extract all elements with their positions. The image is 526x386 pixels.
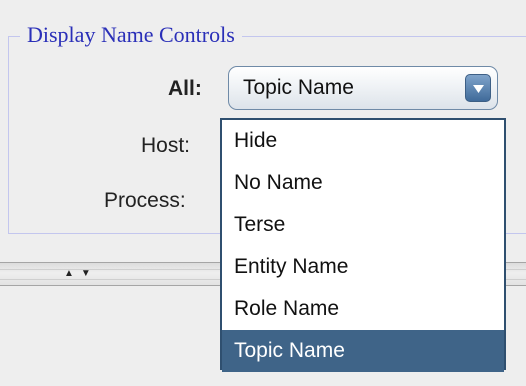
all-selected-value: Topic Name	[243, 76, 354, 99]
collapse-expand-arrows-icon[interactable]: ▲▼	[64, 268, 98, 280]
dropdown-item-topic-name[interactable]: Topic Name	[222, 330, 504, 372]
dropdown-item-entity-name[interactable]: Entity Name	[222, 246, 504, 288]
dropdown-item-role-name[interactable]: Role Name	[222, 288, 504, 330]
all-name-select[interactable]: Topic Name	[228, 66, 498, 110]
all-dropdown-menu[interactable]: Hide No Name Terse Entity Name Role Name…	[220, 118, 506, 372]
process-label: Process:	[104, 189, 186, 212]
dropdown-item-terse[interactable]: Terse	[222, 204, 504, 246]
dropdown-item-no-name[interactable]: No Name	[222, 162, 504, 204]
chevron-down-icon[interactable]	[465, 74, 491, 102]
dropdown-item-hide[interactable]: Hide	[222, 120, 504, 162]
all-label: All:	[168, 77, 202, 100]
host-label: Host:	[141, 134, 191, 157]
group-title: Display Name Controls	[20, 20, 242, 50]
